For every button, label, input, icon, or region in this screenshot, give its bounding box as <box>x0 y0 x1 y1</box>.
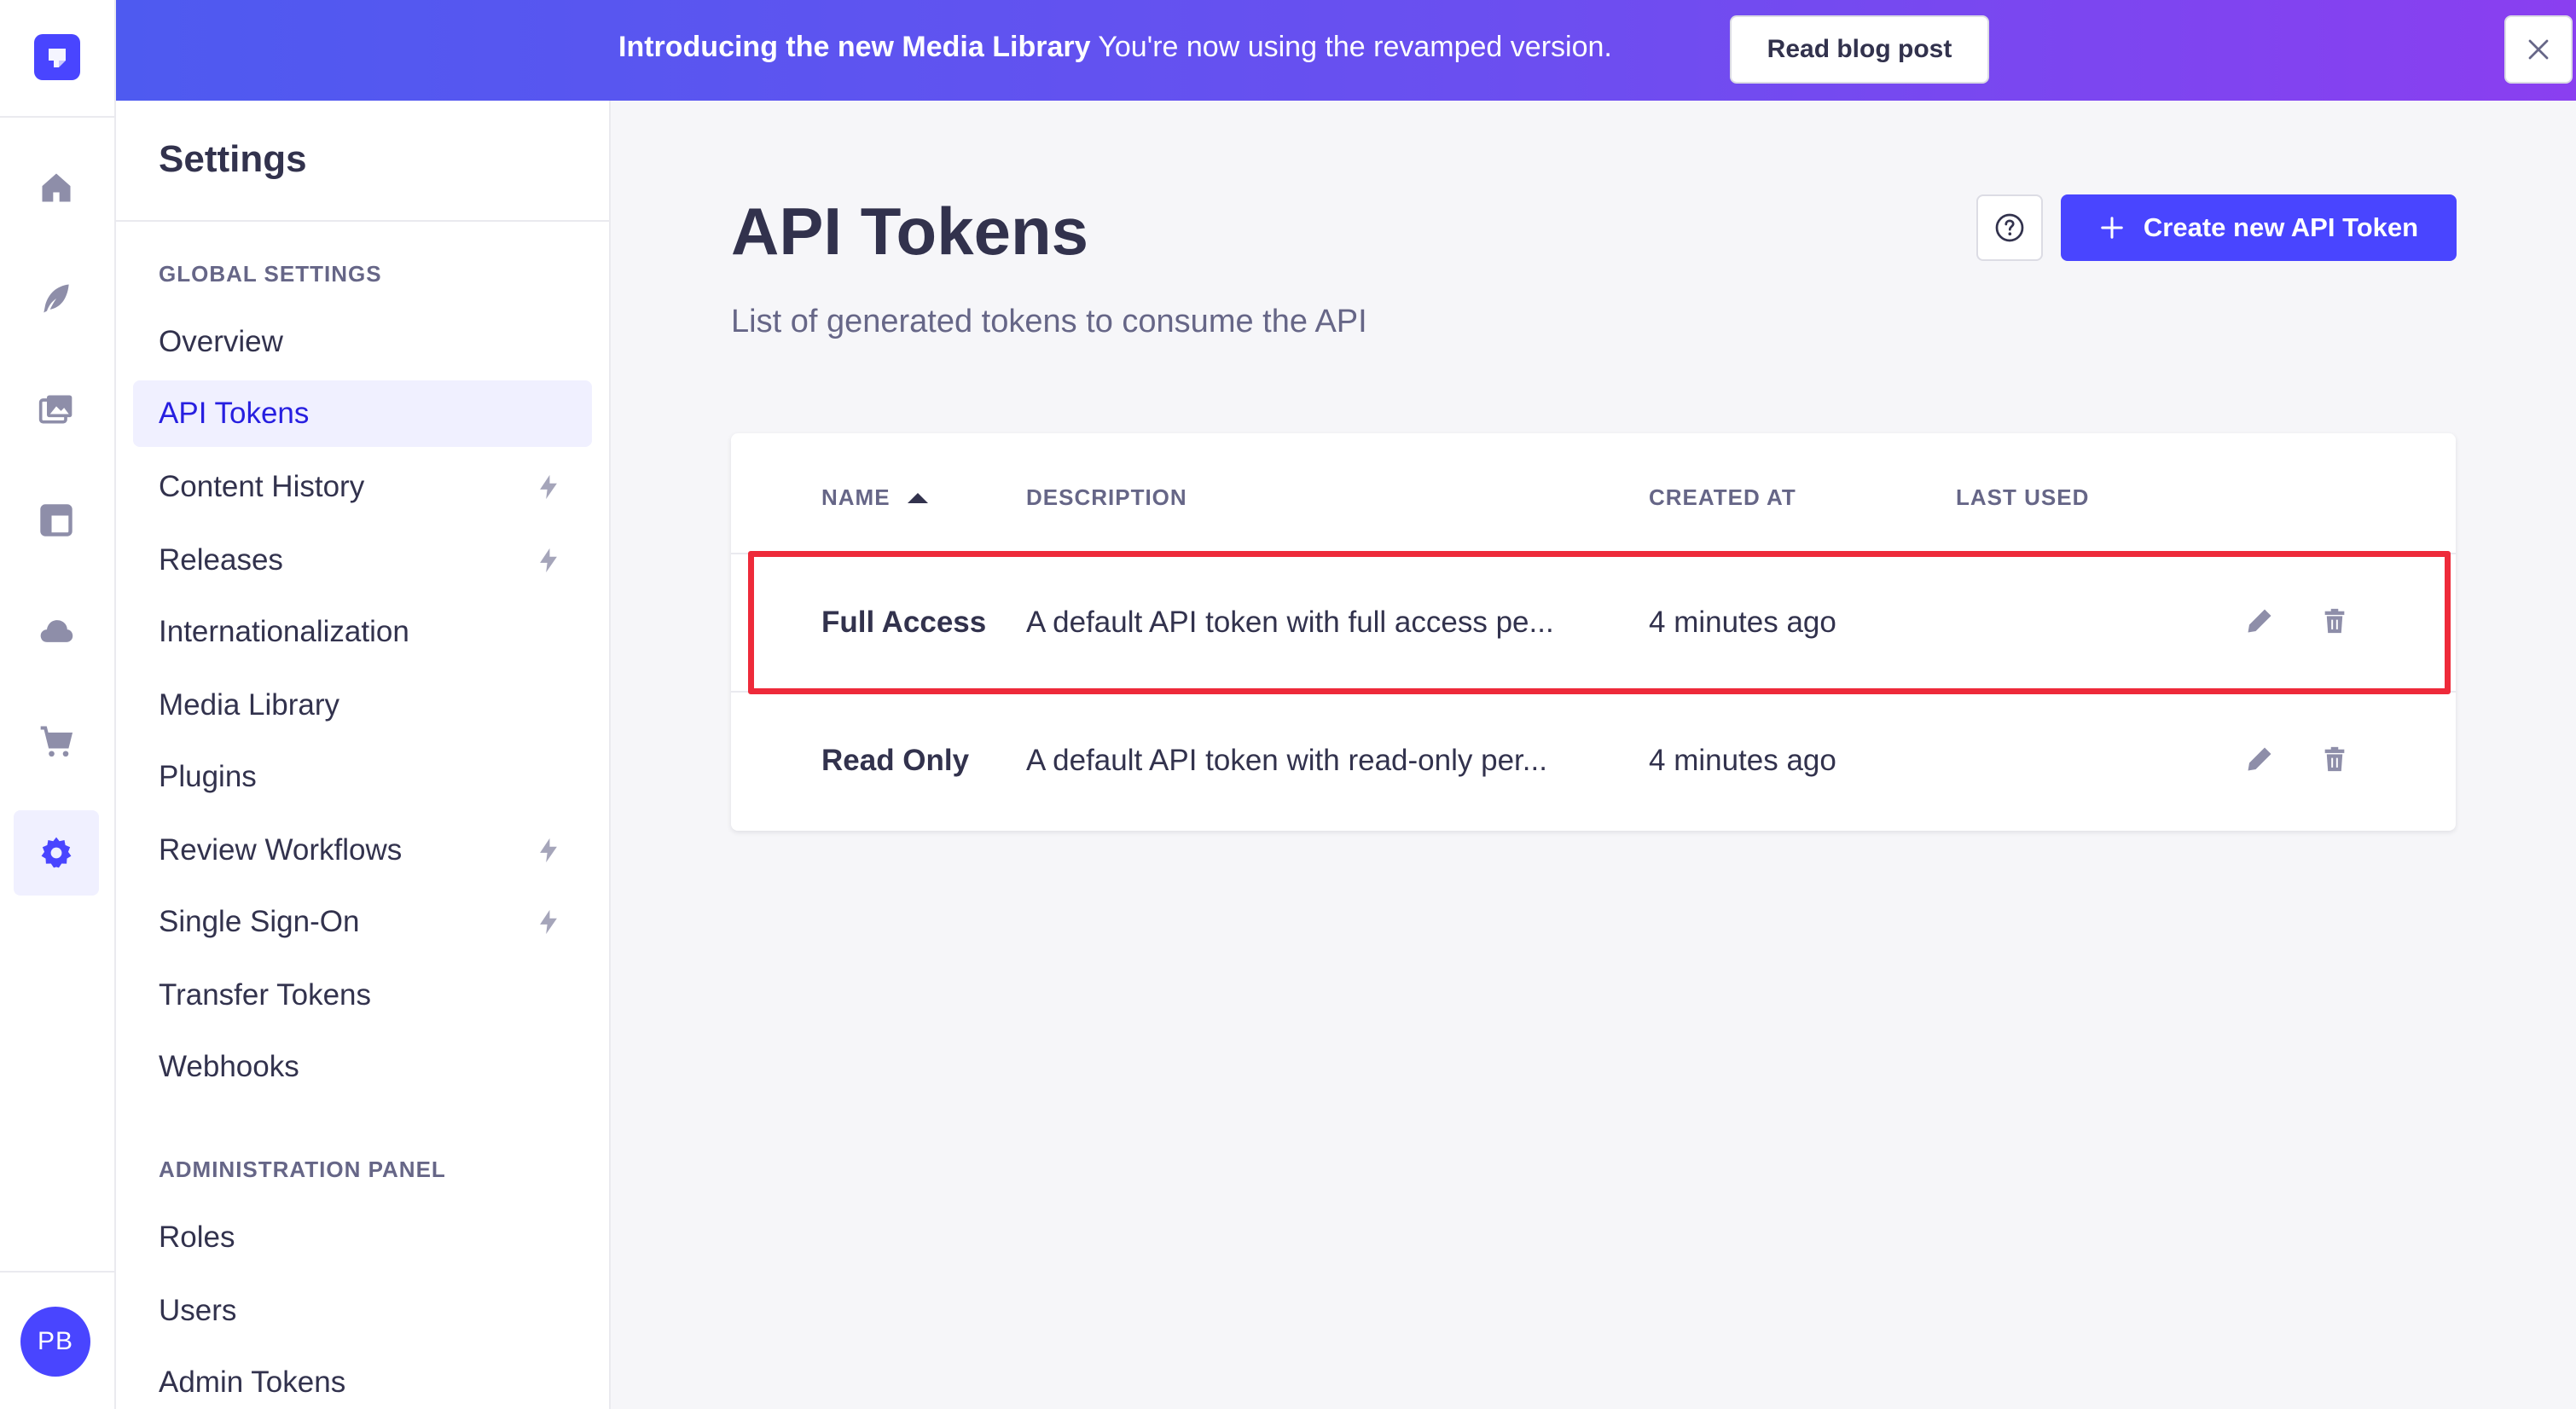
sidebar-title: Settings <box>159 138 307 180</box>
sidebar-item-label: Plugins <box>159 760 257 793</box>
column-header-description: DESCRIPTION <box>1026 484 1187 511</box>
marketplace-icon[interactable] <box>14 699 99 785</box>
content-manager-icon[interactable] <box>14 256 99 341</box>
column-header-last-used: LAST USED <box>1956 484 2089 511</box>
sidebar-item-label: Internationalization <box>159 615 409 648</box>
delete-token-button[interactable] <box>2316 602 2353 640</box>
page-title: API Tokens <box>731 194 1088 269</box>
main-nav-rail: PB <box>0 0 116 1409</box>
sidebar-item-review-workflows[interactable]: Review Workflows <box>133 817 592 884</box>
settings-sidebar: Settings GLOBAL SETTINGS Overview API To… <box>116 101 611 1409</box>
sidebar-item-label: Transfer Tokens <box>159 978 371 1012</box>
page-subtitle: List of generated tokens to consume the … <box>731 304 1367 339</box>
api-tokens-table: NAME DESCRIPTION CREATED AT LAST USED Fu… <box>731 433 2456 831</box>
token-name: Read Only <box>821 744 970 777</box>
sidebar-item-label: Overview <box>159 325 283 358</box>
sort-ascending-icon <box>907 492 928 503</box>
sidebar-item-plugins[interactable]: Plugins <box>133 744 592 810</box>
create-api-token-button[interactable]: Create new API Token <box>2061 194 2457 261</box>
sidebar-item-content-history[interactable]: Content History <box>133 454 592 520</box>
lightning-icon <box>540 909 557 935</box>
delete-token-button[interactable] <box>2316 740 2353 778</box>
token-description: A default API token with read-only per..… <box>1026 744 1547 777</box>
sidebar-item-label: Review Workflows <box>159 833 403 867</box>
banner-title: Introducing the new Media Library <box>618 31 1091 63</box>
sidebar-item-internationalization[interactable]: Internationalization <box>133 599 592 665</box>
column-header-label: NAME <box>821 484 891 510</box>
sidebar-item-label: Roles <box>159 1221 235 1254</box>
close-icon <box>2528 39 2549 60</box>
pencil-icon <box>2248 747 2271 771</box>
administration-panel-heading: ADMINISTRATION PANEL <box>159 1157 446 1182</box>
rail-divider <box>0 1271 114 1273</box>
strapi-logo-icon <box>49 49 66 67</box>
sidebar-divider <box>116 220 609 222</box>
create-button-label: Create new API Token <box>2143 212 2419 242</box>
sidebar-item-users[interactable]: Users <box>133 1278 592 1344</box>
sidebar-item-transfer-tokens[interactable]: Transfer Tokens <box>133 962 592 1029</box>
lightning-icon <box>540 474 557 500</box>
sidebar-item-label: Media Library <box>159 688 340 722</box>
column-header-name[interactable]: NAME <box>821 484 930 511</box>
help-button[interactable] <box>1976 194 2043 261</box>
token-description: A default API token with full access pe.… <box>1026 606 1554 639</box>
table-row[interactable]: Full Access A default API token with ful… <box>731 553 2456 691</box>
token-name: Full Access <box>821 606 987 639</box>
lightning-icon <box>540 548 557 573</box>
announcement-banner: Introducing the new Media Library You're… <box>116 0 2576 101</box>
media-library-icon[interactable] <box>14 367 99 452</box>
sidebar-item-label: API Tokens <box>159 397 310 430</box>
settings-icon[interactable] <box>14 810 99 896</box>
plus-icon <box>2101 217 2123 239</box>
content-type-builder-icon[interactable] <box>14 478 99 563</box>
home-icon[interactable] <box>14 145 99 230</box>
sidebar-item-label: Releases <box>159 543 283 577</box>
app-logo[interactable] <box>34 34 80 80</box>
edit-token-button[interactable] <box>2241 740 2278 778</box>
cloud-icon[interactable] <box>14 589 99 674</box>
sidebar-item-admin-tokens[interactable]: Admin Tokens <box>133 1349 592 1409</box>
sidebar-item-label: Webhooks <box>159 1050 299 1083</box>
sidebar-item-label: Single Sign-On <box>159 905 360 938</box>
column-header-label: DESCRIPTION <box>1026 484 1187 510</box>
sidebar-item-roles[interactable]: Roles <box>133 1204 592 1271</box>
token-created-at: 4 minutes ago <box>1649 606 1836 639</box>
column-header-label: LAST USED <box>1956 484 2090 510</box>
table-row[interactable]: Read Only A default API token with read-… <box>731 691 2456 829</box>
global-settings-heading: GLOBAL SETTINGS <box>159 261 382 287</box>
sidebar-item-releases[interactable]: Releases <box>133 527 592 594</box>
column-header-label: CREATED AT <box>1649 484 1796 510</box>
trash-icon <box>2324 746 2345 772</box>
banner-message: You're now using the revamped version. <box>1098 31 1612 63</box>
sidebar-item-media-library[interactable]: Media Library <box>133 672 592 739</box>
banner-text: Introducing the new Media Library You're… <box>618 31 1612 64</box>
edit-token-button[interactable] <box>2241 602 2278 640</box>
token-created-at: 4 minutes ago <box>1649 744 1836 777</box>
sidebar-item-label: Users <box>159 1294 237 1327</box>
sidebar-item-webhooks[interactable]: Webhooks <box>133 1034 592 1100</box>
sidebar-item-label: Admin Tokens <box>159 1366 346 1399</box>
read-blog-post-button[interactable]: Read blog post <box>1730 15 1989 84</box>
sidebar-item-label: Content History <box>159 470 365 503</box>
lightning-icon <box>540 838 557 863</box>
rail-divider <box>0 116 114 118</box>
trash-icon <box>2324 608 2345 634</box>
sidebar-item-api-tokens[interactable]: API Tokens <box>133 380 592 447</box>
pencil-icon <box>2248 609 2271 633</box>
help-icon <box>1995 213 2024 242</box>
column-header-created-at: CREATED AT <box>1649 484 1796 511</box>
close-banner-button[interactable] <box>2504 15 2573 84</box>
sidebar-item-single-sign-on[interactable]: Single Sign-On <box>133 889 592 955</box>
sidebar-item-overview[interactable]: Overview <box>133 309 592 375</box>
user-avatar[interactable]: PB <box>20 1307 90 1377</box>
